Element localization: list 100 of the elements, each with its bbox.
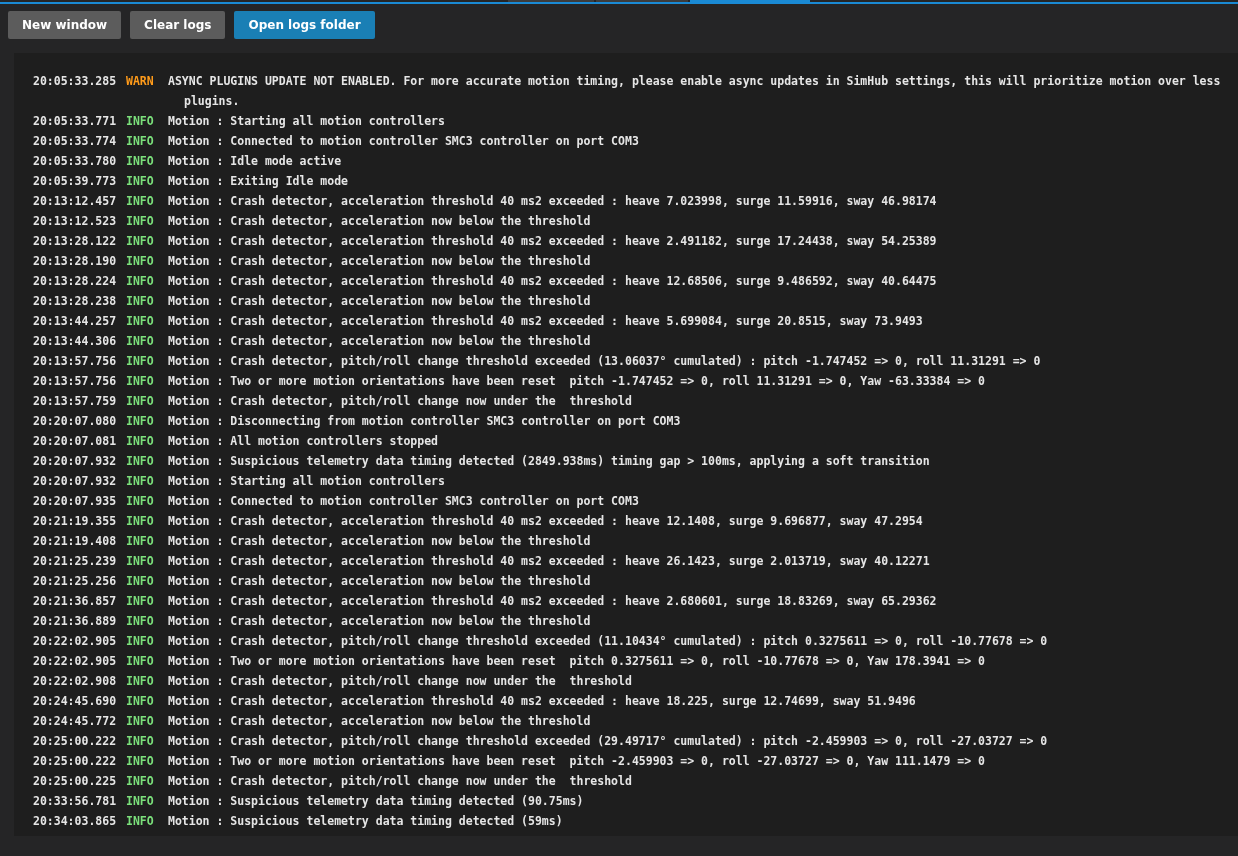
log-message: Motion : Crash detector, acceleration threshold 40 ms2 exceeded : heave 12.68506, surge 9.486592, sway 40.64475 [168, 273, 938, 290]
log-level: INFO [126, 313, 155, 330]
log-level: INFO [126, 513, 155, 530]
log-level: INFO [126, 213, 155, 230]
log-timestamp: 20:24:45.690 [33, 693, 118, 710]
log-timestamp: 20:33:56.781 [33, 793, 118, 810]
toolbar-button[interactable]: New window [8, 11, 122, 39]
log-timestamp: 20:13:28.190 [33, 253, 118, 270]
log-level: INFO [126, 613, 155, 630]
log-message: Motion : Crash detector, acceleration threshold 40 ms2 exceeded : heave 7.023998, surge 11.59916, sway 46.98174 [168, 193, 938, 210]
log-timestamp: 20:21:25.239 [33, 553, 118, 570]
log-level: INFO [126, 393, 155, 410]
log-timestamp: 20:25:00.222 [33, 753, 118, 770]
log-timestamp: 20:13:57.756 [33, 373, 118, 390]
log-message: Motion : Starting all motion controllers [168, 473, 446, 490]
log-message: Motion : Crash detector, acceleration now below the threshold [168, 573, 592, 590]
log-timestamp: 20:05:39.773 [33, 173, 118, 190]
log-timestamp: 20:13:44.306 [33, 333, 118, 350]
log-level: INFO [126, 553, 155, 570]
log-level: INFO [126, 413, 155, 430]
log-level: INFO [126, 353, 155, 370]
log-message: Motion : Crash detector, pitch/roll change threshold exceeded (29.49717° cumulated) : pitch -2.459903 => 0, roll -27.03727 => 0 [168, 733, 1049, 750]
log-timestamp: 20:22:02.905 [33, 633, 118, 650]
log-message: ASYNC PLUGINS UPDATE NOT ENABLED. For more accurate motion timing, please enable async updates in SimHub settings, this will prioritize motion over less plugins. [168, 73, 1222, 110]
log-timestamp: 20:13:57.759 [33, 393, 118, 410]
log-timestamp: 20:05:33.774 [33, 133, 118, 150]
log-message: Motion : Starting all motion controllers [168, 113, 446, 130]
log-message: Motion : Connected to motion controller SMC3 controller on port COM3 [168, 493, 640, 510]
log-timestamp: 20:21:36.889 [33, 613, 118, 630]
log-message: Motion : Crash detector, acceleration threshold 40 ms2 exceeded : heave 26.1423, surge 2.013719, sway 40.12271 [168, 553, 931, 570]
log-level: INFO [126, 253, 155, 270]
log-message: Motion : Crash detector, acceleration now below the threshold [168, 613, 592, 630]
log-level: INFO [126, 433, 155, 450]
log-message: Motion : Crash detector, acceleration now below the threshold [168, 253, 592, 270]
log-timestamp: 20:13:28.224 [33, 273, 118, 290]
log-message: Motion : All motion controllers stopped [168, 433, 440, 450]
log-level: INFO [126, 373, 155, 390]
log-level: INFO [126, 593, 155, 610]
log-level: INFO [126, 573, 155, 590]
log-timestamp: 20:21:19.355 [33, 513, 118, 530]
log-timestamp: 20:22:02.905 [33, 653, 118, 670]
log-timestamp: 20:25:00.222 [33, 733, 118, 750]
toolbar-button[interactable]: Clear logs [130, 11, 226, 39]
log-timestamp: 20:13:44.257 [33, 313, 118, 330]
log-timestamp: 20:20:07.935 [33, 493, 118, 510]
log-message: Motion : Crash detector, pitch/roll change threshold exceeded (13.06037° cumulated) : pitch -1.747452 => 0, roll 11.31291 => 0 [168, 353, 1042, 370]
log-level: INFO [126, 333, 155, 350]
log-timestamp: 20:13:12.523 [33, 213, 118, 230]
log-level: INFO [126, 493, 155, 510]
log-timestamp: 20:22:02.908 [33, 673, 118, 690]
log-timestamp: 20:13:28.238 [33, 293, 118, 310]
log-level: INFO [126, 193, 155, 210]
log-timestamp: 20:13:12.457 [33, 193, 118, 210]
log-message: Motion : Disconnecting from motion controller SMC3 controller on port COM3 [168, 413, 682, 430]
log-timestamp: 20:20:07.932 [33, 453, 118, 470]
log-level: INFO [126, 693, 155, 710]
log-message: Motion : Crash detector, acceleration threshold 40 ms2 exceeded : heave 12.1408, surge 9.696877, sway 47.2954 [168, 513, 924, 530]
log-level: INFO [126, 793, 155, 810]
log-message: Motion : Crash detector, acceleration now below the threshold [168, 213, 592, 230]
log-message: Motion : Crash detector, pitch/roll change now under the threshold [168, 773, 633, 790]
log-level: INFO [126, 113, 155, 130]
log-level: INFO [126, 453, 155, 470]
log-level: INFO [126, 673, 155, 690]
log-level: WARN [126, 73, 155, 90]
log-message: Motion : Suspicious telemetry data timing detected (59ms) [168, 813, 564, 830]
log-timestamp: 20:13:57.756 [33, 353, 118, 370]
log-timestamp: 20:20:07.081 [33, 433, 118, 450]
log-level: INFO [126, 133, 155, 150]
log-timestamp: 20:21:25.256 [33, 573, 118, 590]
log-timestamp: 20:21:36.857 [33, 593, 118, 610]
log-level: INFO [126, 533, 155, 550]
log-level: INFO [126, 173, 155, 190]
log-message: Motion : Crash detector, acceleration threshold 40 ms2 exceeded : heave 2.680601, surge 18.83269, sway 65.29362 [168, 593, 938, 610]
log-timestamp: 20:24:45.772 [33, 713, 118, 730]
log-message: Motion : Crash detector, acceleration threshold 40 ms2 exceeded : heave 18.225, surge 12.74699, sway 51.9496 [168, 693, 917, 710]
log-level: INFO [126, 733, 155, 750]
log-timestamp: 20:20:07.080 [33, 413, 118, 430]
log-message: Motion : Crash detector, acceleration now below the threshold [168, 713, 592, 730]
log-message: Motion : Crash detector, acceleration threshold 40 ms2 exceeded : heave 2.491182, surge 17.24438, sway 54.25389 [168, 233, 938, 250]
log-level: INFO [126, 773, 155, 790]
log-message: Motion : Crash detector, acceleration now below the threshold [168, 333, 592, 350]
log-level: INFO [126, 713, 155, 730]
log-message: Motion : Suspicious telemetry data timing detected (2849.938ms) timing gap > 100ms, applying a soft transition [168, 453, 931, 470]
log-message: Motion : Crash detector, pitch/roll change now under the threshold [168, 673, 633, 690]
log-level: INFO [126, 473, 155, 490]
log-level: INFO [126, 633, 155, 650]
log-message: Motion : Two or more motion orientations have been reset pitch -2.459903 => 0, roll -27.03727 => 0, Yaw 111.1479 => 0 [168, 753, 986, 770]
log-level: INFO [126, 153, 155, 170]
log-message: Motion : Crash detector, acceleration now below the threshold [168, 533, 592, 550]
log-message: Motion : Connected to motion controller SMC3 controller on port COM3 [168, 133, 640, 150]
log-message: Motion : Two or more motion orientations have been reset pitch 0.3275611 => 0, roll -10.77678 => 0, Yaw 178.3941 => 0 [168, 653, 986, 670]
log-timestamp: 20:13:28.122 [33, 233, 118, 250]
log-level: INFO [126, 293, 155, 310]
log-level: INFO [126, 233, 155, 250]
log-message: Motion : Crash detector, acceleration threshold 40 ms2 exceeded : heave 5.699084, surge 20.8515, sway 73.9493 [168, 313, 924, 330]
log-message: Motion : Exiting Idle mode [168, 173, 349, 190]
log-timestamp: 20:34:03.865 [33, 813, 118, 830]
log-timestamp: 20:05:33.771 [33, 113, 118, 130]
log-level: INFO [126, 273, 155, 290]
primary-button[interactable]: Open logs folder [234, 11, 375, 39]
